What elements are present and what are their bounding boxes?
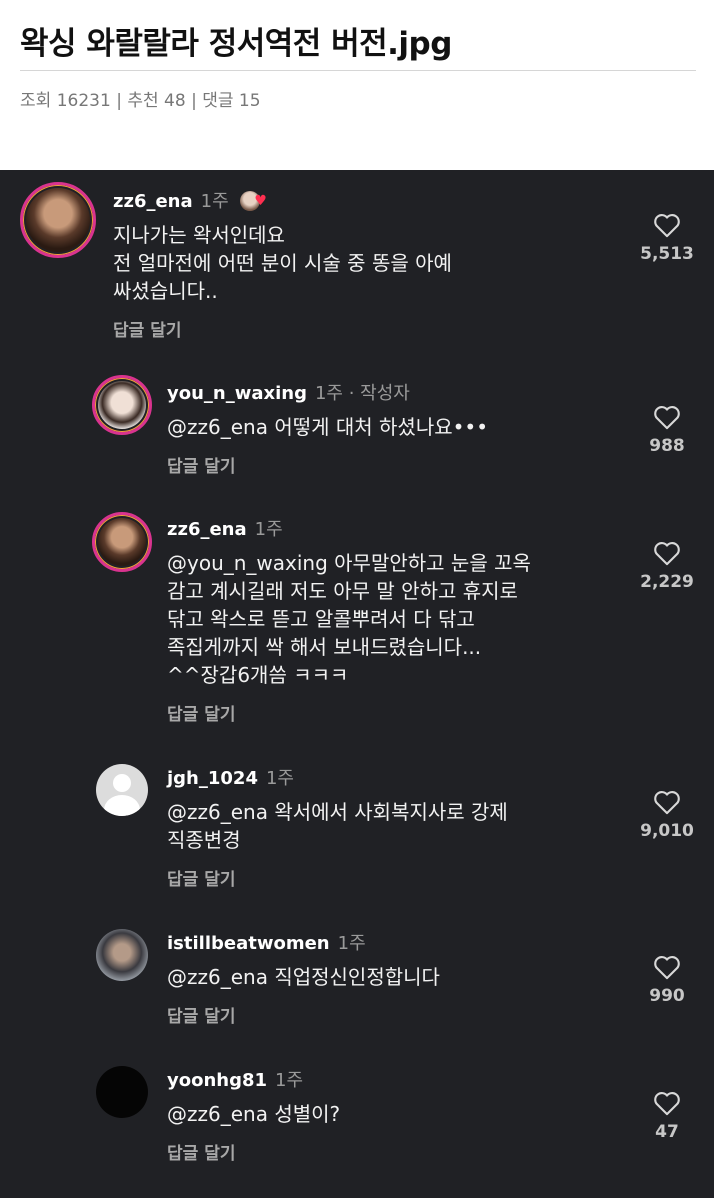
like-count: 5,513 bbox=[640, 244, 694, 264]
username[interactable]: yoonhg81 bbox=[167, 1070, 267, 1091]
like-count: 990 bbox=[649, 986, 685, 1006]
recommend-count: 48 bbox=[164, 91, 186, 111]
comment-text: 지나가는 왁서인데요 전 얼마전에 어떤 분이 시술 중 똥을 아예 싸셨습니다… bbox=[113, 223, 452, 303]
post-header: 왁싱 와랄랄라 정서역전 버전.jpg 조회 16231 | 추천 48 | 댓… bbox=[0, 0, 714, 170]
like-button[interactable]: 988 bbox=[627, 404, 707, 456]
like-button[interactable]: 990 bbox=[627, 954, 707, 1006]
avatar[interactable] bbox=[96, 1066, 148, 1118]
author-tag: · 작성자 bbox=[348, 383, 410, 404]
post-meta: 조회 16231 | 추천 48 | 댓글 15 bbox=[20, 86, 261, 111]
avatar[interactable] bbox=[96, 929, 148, 981]
comment-text: @zz6_ena 직업정신인정합니다 bbox=[167, 965, 440, 989]
comment-text: @zz6_ena 어떻게 대처 하셨나요••• bbox=[167, 415, 489, 439]
like-count: 2,229 bbox=[640, 572, 694, 592]
username[interactable]: zz6_ena bbox=[113, 191, 193, 212]
meta-separator: | bbox=[191, 91, 197, 111]
timestamp: 1주 bbox=[200, 191, 229, 212]
comments-label: 댓글 bbox=[202, 91, 234, 111]
like-count: 47 bbox=[655, 1122, 679, 1142]
reply-button[interactable]: 답글 달기 bbox=[167, 452, 235, 477]
like-button[interactable]: 47 bbox=[627, 1090, 707, 1142]
username[interactable]: zz6_ena bbox=[167, 519, 247, 540]
comments-count: 15 bbox=[238, 91, 261, 111]
heart-icon bbox=[654, 214, 680, 238]
comment-text: @zz6_ena 성별이? bbox=[167, 1102, 341, 1126]
default-avatar-icon[interactable] bbox=[96, 764, 148, 816]
views-label: 조회 bbox=[20, 91, 52, 111]
username[interactable]: jgh_1024 bbox=[167, 768, 258, 789]
reply-button[interactable]: 답글 달기 bbox=[167, 865, 235, 890]
username[interactable]: you_n_waxing bbox=[167, 383, 307, 404]
timestamp: 1주 bbox=[254, 519, 283, 540]
reply-button[interactable]: 답글 달기 bbox=[113, 316, 181, 341]
timestamp: 1주 bbox=[275, 1070, 304, 1091]
like-button[interactable]: 9,010 bbox=[627, 789, 707, 841]
meta-separator: | bbox=[116, 91, 122, 111]
username[interactable]: istillbeatwomen bbox=[167, 933, 330, 954]
recommend-label: 추천 bbox=[127, 91, 159, 111]
timestamp: 1주 bbox=[314, 383, 343, 404]
views-count: 16231 bbox=[56, 91, 111, 111]
avatar[interactable] bbox=[92, 375, 152, 435]
red-heart-icon: ♥ bbox=[254, 193, 267, 209]
like-count: 9,010 bbox=[640, 821, 694, 841]
creator-liked-badge: ♥ bbox=[240, 191, 270, 211]
reply-button[interactable]: 답글 달기 bbox=[167, 1139, 235, 1164]
title-divider bbox=[20, 70, 696, 71]
comment-text: @you_n_waxing 아무말안하고 눈을 꼬옥 감고 계시길래 저도 아무… bbox=[167, 551, 531, 687]
like-button[interactable]: 2,229 bbox=[627, 540, 707, 592]
avatar[interactable] bbox=[20, 182, 96, 258]
reply-button[interactable]: 답글 달기 bbox=[167, 700, 235, 725]
like-count: 988 bbox=[649, 436, 685, 456]
heart-icon bbox=[654, 1092, 680, 1116]
post-title: 왁싱 와랄랄라 정서역전 버전.jpg bbox=[20, 26, 452, 62]
like-button[interactable]: 5,513 bbox=[627, 212, 707, 264]
avatar[interactable] bbox=[92, 512, 152, 572]
heart-icon bbox=[654, 791, 680, 815]
instagram-comments-screenshot: zz6_ena 1주 ♥ 지나가는 왁서인데요 전 얼마전에 어떤 분이 시술 중… bbox=[0, 170, 714, 1198]
reply-button[interactable]: 답글 달기 bbox=[167, 1002, 235, 1027]
timestamp: 1주 bbox=[265, 768, 294, 789]
timestamp: 1주 bbox=[337, 933, 366, 954]
comment-text: @zz6_ena 왁서에서 사회복지사로 강제 직종변경 bbox=[167, 800, 508, 852]
heart-icon bbox=[654, 956, 680, 980]
heart-icon bbox=[654, 406, 680, 430]
heart-icon bbox=[654, 542, 680, 566]
